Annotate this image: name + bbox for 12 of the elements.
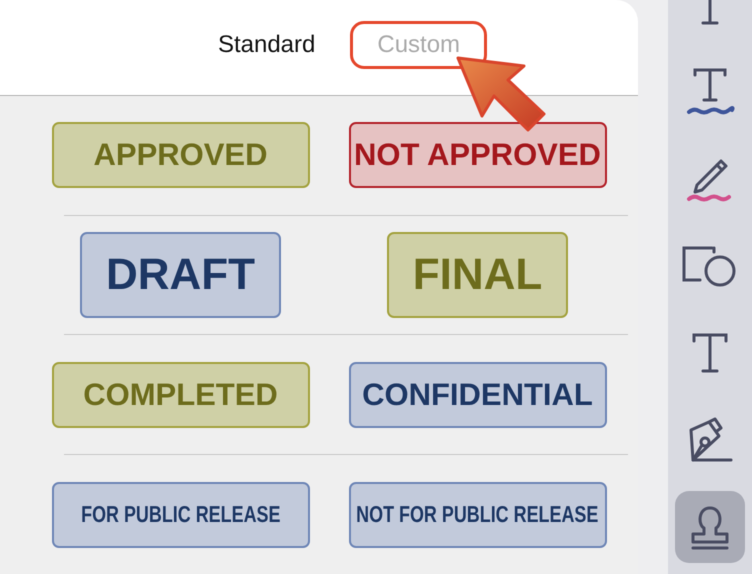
segment-tab[interactable]: Standard — [190, 21, 342, 70]
stamp-button[interactable]: NOT APPROVED — [348, 122, 606, 188]
text-underline-icon — [685, 67, 735, 117]
stamp-icon — [689, 504, 731, 550]
pen-nib-icon — [687, 416, 733, 464]
tool-button[interactable] — [675, 491, 745, 563]
stamp-button[interactable]: FOR PUBLIC RELEASE — [52, 482, 310, 548]
text-icon — [690, 331, 730, 375]
stamp-button[interactable]: DRAFT — [80, 232, 282, 318]
stamp-button[interactable]: CONFIDENTIAL — [348, 362, 606, 428]
stamp-button[interactable]: NOT FOR PUBLIC RELEASE — [348, 482, 606, 548]
shapes-icon — [682, 244, 738, 288]
